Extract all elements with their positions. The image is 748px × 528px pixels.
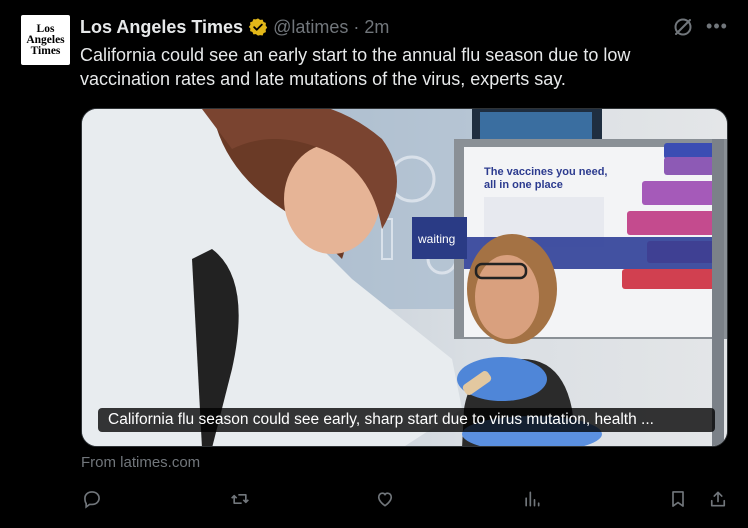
card-image: The vaccines you need, all in one place … [82,109,727,446]
repost-icon [231,494,249,504]
reply-icon [84,491,100,509]
avatar-line-2: Angeles [26,33,65,46]
svg-text:all in one place: all in one place [484,179,563,191]
bookmark-icon [672,491,684,507]
more-options-icon[interactable]: ••• [705,14,729,38]
separator-dot: · [353,16,360,37]
avatar-line-3: Times [30,44,61,57]
verified-badge-icon [248,18,268,36]
account-name[interactable]: Los Angeles Times [80,17,243,38]
grok-icon[interactable] [672,16,694,38]
tweet-text: California could see an early start to t… [80,45,631,89]
waiting-sign: waiting [417,232,455,246]
views-button[interactable] [520,487,544,511]
share-button[interactable] [706,487,730,511]
share-icon [710,491,726,507]
views-icon [525,491,540,507]
like-icon [377,492,393,507]
link-card[interactable]: The vaccines you need, all in one place … [81,108,728,447]
bookmark-button[interactable] [666,487,690,511]
repost-button[interactable] [228,487,252,511]
account-handle[interactable]: @latimes [273,17,348,38]
avatar-line-1: Los [36,22,55,35]
avatar[interactable]: Los Angeles Times [21,15,70,65]
reply-button[interactable] [80,487,104,511]
like-button[interactable] [373,487,397,511]
card-caption: California flu season could see early, s… [98,408,715,432]
timestamp[interactable]: 2m [364,17,389,38]
link-source[interactable]: From latimes.com [81,454,200,471]
tweet-header: Los Angeles Times @latimes · 2m [80,14,389,40]
svg-text:The vaccines you need,: The vaccines you need, [484,166,608,178]
